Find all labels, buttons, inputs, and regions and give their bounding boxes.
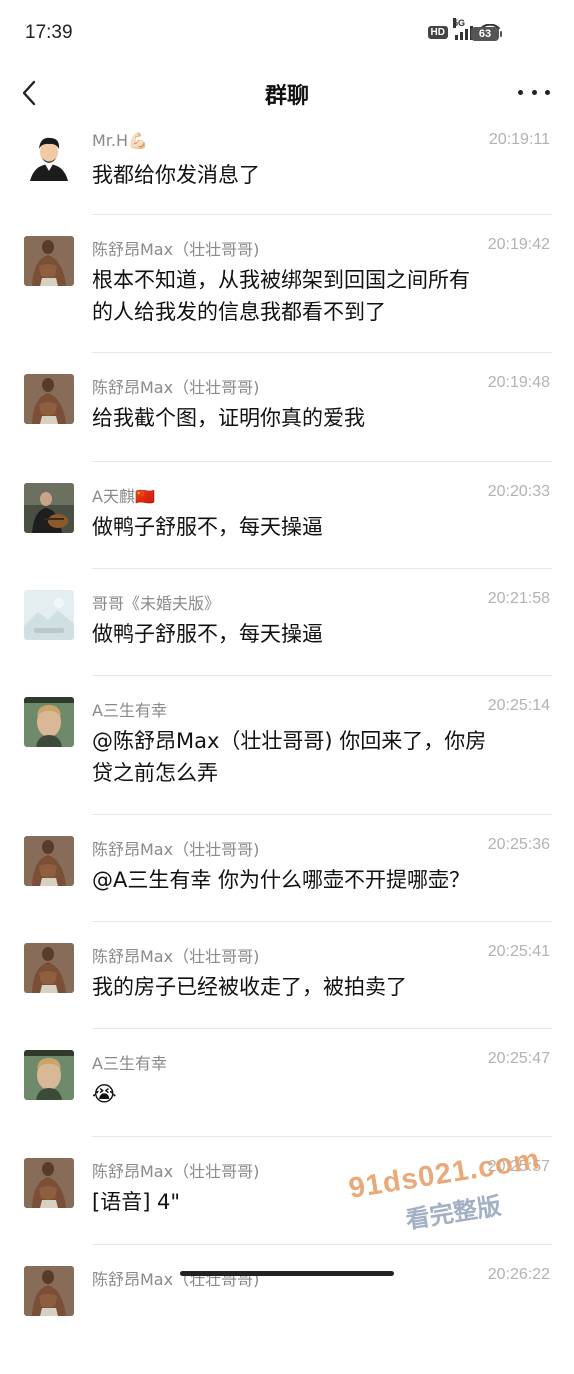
message-item[interactable]: 陈舒昂Max（壮壮哥哥) 20:26:22 [0, 1264, 574, 1374]
message-line: 😭 [92, 1082, 117, 1106]
divider [92, 214, 552, 215]
shirtless-man-avatar[interactable] [24, 374, 74, 424]
divider [92, 921, 552, 922]
message-text: @陈舒昂Max（壮壮哥哥) 你回来了，你房 贷之前怎么弄 [92, 725, 552, 789]
message-item[interactable]: Mr.H💪🏻 20:19:11 我都给你发消息了 [0, 129, 574, 239]
message-line: 做鸭子舒服不，每天操逼 [92, 515, 323, 539]
message-time: 20:19:42 [487, 236, 550, 253]
message-text: 给我截个图，证明你真的爱我 [92, 402, 552, 434]
shirtless-man-avatar[interactable] [24, 836, 74, 886]
message-text: @A三生有幸 你为什么哪壶不开提哪壶？ [92, 864, 552, 896]
battery-icon: 63 [471, 27, 502, 41]
shirtless-man-avatar[interactable] [24, 943, 74, 993]
message-line: 做鸭子舒服不，每天操逼 [92, 622, 323, 646]
message-item[interactable]: 陈舒昂Max（壮壮哥哥) 20:25:36 @A三生有幸 你为什么哪壶不开提哪壶？ [0, 834, 574, 944]
divider [92, 675, 552, 676]
message-time: 20:25:36 [487, 836, 550, 853]
landscape-placeholder-avatar[interactable] [24, 590, 74, 640]
message-text: 根本不知道，从我被绑架到回国之间所有 的人给我发的信息我都看不到了 [92, 264, 552, 328]
hd-badge: HD [427, 25, 448, 39]
status-bar: 17:39 HD 5G 63 [0, 0, 574, 62]
sender-name: 陈舒昂Max（壮壮哥哥) [92, 240, 260, 259]
shirtless-man-avatar[interactable] [24, 1266, 74, 1316]
message-item[interactable]: 哥哥《未婚夫版》 20:21:58 做鸭子舒服不，每天操逼 [0, 588, 574, 698]
network-type: 5G [453, 18, 466, 28]
message-text: 做鸭子舒服不，每天操逼 [92, 511, 552, 543]
message-time: 20:25:47 [487, 1050, 550, 1067]
message-item[interactable]: 陈舒昂Max（壮壮哥哥) 20:19:42 根本不知道，从我被绑架到回国之间所有 的人… [0, 234, 574, 344]
sender-name: 陈舒昂Max（壮壮哥哥) [92, 1162, 260, 1181]
message-line: @A三生有幸 你为什么哪壶不开提哪壶？ [92, 868, 471, 892]
message-time: 20:25:41 [487, 943, 550, 960]
divider [92, 461, 552, 462]
message-line: 给我截个图，证明你真的爱我 [92, 406, 365, 430]
sender-name: 陈舒昂Max（壮壮哥哥) [92, 378, 260, 397]
sender-name: 哥哥《未婚夫版》 [92, 594, 221, 613]
message-line: @陈舒昂Max（壮壮哥哥) 你回来了，你房 [92, 729, 487, 753]
message-line: 的人给我发的信息我都看不到了 [92, 300, 386, 324]
message-line: 贷之前怎么弄 [92, 761, 218, 785]
message-time: 20:19:11 [488, 131, 550, 148]
message-text: 我都给你发消息了 [92, 159, 552, 191]
blond-man-avatar[interactable] [24, 697, 74, 747]
man-cartoon-avatar[interactable] [24, 131, 74, 181]
more-button[interactable] [518, 82, 550, 102]
divider [92, 814, 552, 815]
message-item[interactable]: A天麒🇨🇳 20:20:33 做鸭子舒服不，每天操逼 [0, 481, 574, 591]
message-time: 20:20:33 [487, 483, 550, 500]
status-time: 17:39 [25, 22, 73, 43]
divider [92, 1136, 552, 1137]
sender-name: Mr.H💪🏻 [92, 131, 148, 150]
page-title: 群聊 [264, 84, 309, 109]
sender-name: 陈舒昂Max（壮壮哥哥) [92, 1270, 260, 1289]
message-line: 我都给你发消息了 [92, 163, 260, 187]
nav-bar: 群聊 [0, 62, 574, 124]
divider [92, 568, 552, 569]
divider [92, 352, 552, 353]
message-item[interactable]: A三生有幸 20:25:14 @陈舒昂Max（壮壮哥哥) 你回来了，你房 贷之前怎么弄 [0, 695, 574, 805]
sender-name: 陈舒昂Max（壮壮哥哥) [92, 840, 260, 859]
message-time: 20:21:58 [487, 590, 550, 607]
shirtless-man-avatar[interactable] [24, 1158, 74, 1208]
more-dots-icon [518, 89, 523, 95]
shirtless-man-avatar[interactable] [24, 236, 74, 286]
divider [92, 1244, 552, 1245]
divider [92, 1028, 552, 1029]
man-with-guitar-avatar[interactable] [24, 483, 74, 533]
sender-name: 陈舒昂Max（壮壮哥哥) [92, 947, 260, 966]
message-time: 20:25:14 [487, 697, 550, 714]
message-time: 20:19:48 [487, 374, 550, 391]
message-line: 根本不知道，从我被绑架到回国之间所有 [92, 268, 470, 292]
sender-name: A三生有幸 [92, 701, 167, 720]
message-text: 😭 [92, 1078, 552, 1110]
blond-man-avatar[interactable] [24, 1050, 74, 1100]
home-indicator[interactable] [180, 1271, 394, 1276]
sender-name: A三生有幸 [92, 1054, 167, 1073]
sender-name: A天麒🇨🇳 [92, 487, 155, 506]
message-text: 做鸭子舒服不，每天操逼 [92, 618, 552, 650]
message-item[interactable]: 陈舒昂Max（壮壮哥哥) 20:19:48 给我截个图，证明你真的爱我 [0, 372, 574, 482]
message-item[interactable]: 陈舒昂Max（壮壮哥哥) 20:25:41 我的房子已经被收走了，被拍卖了 [0, 941, 574, 1051]
message-line: 我的房子已经被收走了，被拍卖了 [92, 975, 407, 999]
message-time: 20:26:22 [487, 1266, 550, 1283]
watermark: 91ds021.com 看完整版 [340, 1140, 543, 1235]
message-text: 我的房子已经被收走了，被拍卖了 [92, 971, 552, 1003]
